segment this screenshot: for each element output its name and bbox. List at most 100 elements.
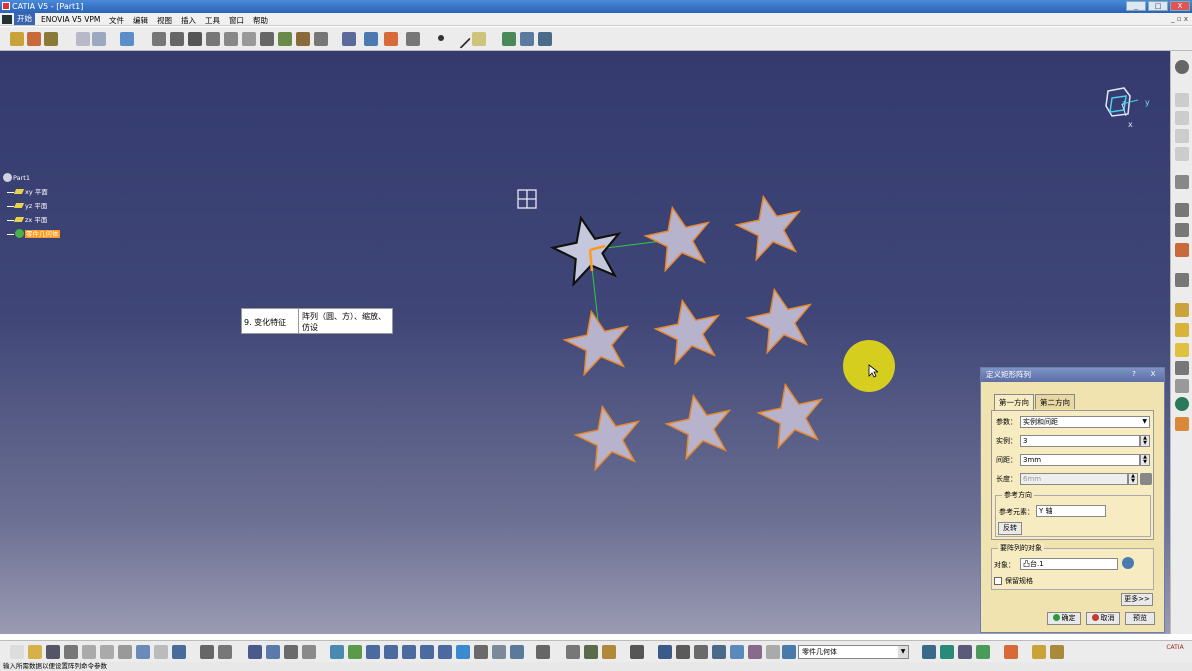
- open-icon[interactable]: [28, 645, 42, 659]
- iso-view-icon[interactable]: [456, 645, 470, 659]
- whats-this-icon[interactable]: [172, 645, 186, 659]
- select-icon[interactable]: [1175, 175, 1189, 189]
- user-pattern-icon[interactable]: [958, 645, 972, 659]
- menu-enovia[interactable]: ENOVIA V5 VPM: [41, 15, 100, 24]
- thick-surface-icon[interactable]: [296, 32, 310, 46]
- measure-icon[interactable]: [502, 32, 516, 46]
- cancel-button[interactable]: 取消: [1086, 612, 1120, 625]
- menu-file[interactable]: 文件: [109, 15, 124, 26]
- view-top-icon[interactable]: [1175, 111, 1189, 125]
- fly-icon[interactable]: [330, 645, 344, 659]
- menu-insert[interactable]: 插入: [181, 15, 196, 26]
- pattern-star[interactable]: [640, 200, 717, 274]
- close-button[interactable]: X: [1170, 1, 1190, 11]
- catalog-icon[interactable]: [266, 645, 280, 659]
- ref-element-field[interactable]: Y 轴: [1036, 505, 1106, 517]
- split-icon[interactable]: [278, 32, 292, 46]
- scaling-icon[interactable]: [406, 32, 420, 46]
- keep-spec-checkbox[interactable]: [994, 577, 1002, 585]
- shading-icon[interactable]: [474, 645, 488, 659]
- edit-icon[interactable]: [1175, 273, 1189, 287]
- tab-second-direction[interactable]: 第二方向: [1035, 394, 1075, 409]
- wireframe-icon[interactable]: [748, 645, 762, 659]
- analysis-bottom-icon[interactable]: [1032, 645, 1046, 659]
- rib-icon[interactable]: [1175, 343, 1189, 357]
- dialog-close-button[interactable]: X: [1145, 369, 1161, 380]
- zoom-out-icon[interactable]: [420, 645, 434, 659]
- redo-icon[interactable]: [154, 645, 168, 659]
- swap-space-icon[interactable]: [510, 645, 524, 659]
- rect-pattern-icon[interactable]: [384, 32, 398, 46]
- ruler-icon[interactable]: [766, 645, 780, 659]
- view-side-icon[interactable]: [1175, 129, 1189, 143]
- pattern-star[interactable]: [650, 293, 727, 367]
- knowledge-icon[interactable]: [284, 645, 298, 659]
- gear-icon[interactable]: [1175, 60, 1189, 74]
- cut-icon[interactable]: [82, 645, 96, 659]
- param-dropdown[interactable]: 实例和间距 ▼: [1020, 416, 1150, 428]
- zoom-in-icon[interactable]: [402, 645, 416, 659]
- sketch-icon[interactable]: [10, 32, 24, 46]
- document-window-buttons[interactable]: _ ▫ x: [1171, 15, 1188, 23]
- apply-icon[interactable]: [1004, 645, 1018, 659]
- mirror-icon[interactable]: [364, 32, 378, 46]
- pan-icon[interactable]: [366, 645, 380, 659]
- view-iso-icon[interactable]: [1175, 147, 1189, 161]
- stiffener-icon[interactable]: [1175, 361, 1189, 375]
- undo-icon[interactable]: [136, 645, 150, 659]
- source-star[interactable]: [547, 210, 629, 288]
- parameters-icon[interactable]: [302, 645, 316, 659]
- shaft-icon[interactable]: [1175, 323, 1189, 337]
- menu-help[interactable]: 帮助: [253, 15, 268, 26]
- apply-material-icon[interactable]: [1175, 417, 1189, 431]
- instances-spinner[interactable]: ▲ ▼: [1140, 435, 1150, 447]
- thickness-icon[interactable]: [224, 32, 238, 46]
- plane-icon[interactable]: [92, 32, 106, 46]
- pattern-star[interactable]: [753, 377, 830, 451]
- dimension-icon[interactable]: [712, 645, 726, 659]
- object-field[interactable]: 凸台.1: [1020, 558, 1118, 570]
- menu-start[interactable]: 开始: [14, 13, 35, 25]
- fit-all-icon[interactable]: [348, 645, 362, 659]
- hole-icon[interactable]: [1175, 243, 1189, 257]
- pattern-star[interactable]: [731, 189, 808, 263]
- view-front-icon[interactable]: [1175, 93, 1189, 107]
- measure-item-icon[interactable]: [694, 645, 708, 659]
- layer-icon[interactable]: [120, 32, 134, 46]
- save-icon[interactable]: [46, 645, 60, 659]
- point-icon[interactable]: [438, 35, 444, 41]
- maximize-button[interactable]: □: [1148, 1, 1168, 11]
- pattern-star[interactable]: [661, 388, 738, 462]
- inertia-icon[interactable]: [520, 32, 534, 46]
- more-button[interactable]: 更多>>: [1121, 593, 1153, 606]
- axis-icon[interactable]: [76, 32, 90, 46]
- close-surface-icon[interactable]: [314, 32, 328, 46]
- comment-icon[interactable]: [218, 645, 232, 659]
- bottle-icon[interactable]: [602, 645, 616, 659]
- pocket-icon[interactable]: [44, 32, 58, 46]
- sketcher-icon[interactable]: [1175, 203, 1189, 217]
- fillet-icon[interactable]: [152, 32, 166, 46]
- pattern-star[interactable]: [570, 399, 647, 473]
- draft-icon[interactable]: [188, 32, 202, 46]
- ref-plane-icon[interactable]: [472, 32, 486, 46]
- ok-button[interactable]: 确定: [1047, 612, 1081, 625]
- analysis-icon[interactable]: [538, 32, 552, 46]
- compass-icon[interactable]: y x z: [1100, 86, 1150, 131]
- rotate-icon[interactable]: [384, 645, 398, 659]
- update-icon[interactable]: [536, 645, 550, 659]
- search-icon[interactable]: [1175, 223, 1189, 237]
- camera-icon[interactable]: [630, 645, 644, 659]
- constraint-icon[interactable]: [566, 645, 580, 659]
- menu-edit[interactable]: 编辑: [133, 15, 148, 26]
- pad-icon[interactable]: [27, 32, 41, 46]
- minimize-button[interactable]: _: [1126, 1, 1146, 11]
- axis-system-icon[interactable]: [658, 645, 672, 659]
- boolean-icon[interactable]: [1175, 379, 1189, 393]
- translate-icon[interactable]: [342, 32, 356, 46]
- grid-icon[interactable]: [730, 645, 744, 659]
- reverse-button[interactable]: 反转: [998, 522, 1022, 535]
- thread-icon[interactable]: [242, 32, 256, 46]
- print-icon[interactable]: [64, 645, 78, 659]
- remove-face-icon[interactable]: [260, 32, 274, 46]
